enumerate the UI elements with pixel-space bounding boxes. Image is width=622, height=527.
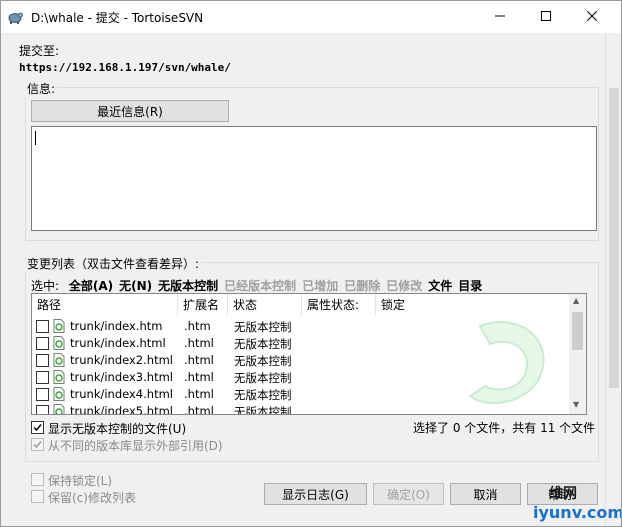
watermark-line1: 维网 — [549, 486, 577, 502]
cell-status: 无版本控制 — [234, 320, 292, 334]
commit-url: https://192.168.1.197/svn/whale/ — [19, 61, 231, 74]
file-icon — [53, 404, 65, 414]
keep-locks-label: 保持锁定(L) — [48, 474, 113, 488]
table-row[interactable]: trunk/index2.html .html 无版本控制 — [32, 352, 572, 369]
table-row[interactable]: trunk/index5.html .html 无版本控制 — [32, 403, 572, 415]
cell-extension: .htm — [184, 319, 211, 333]
filter-link[interactable]: 无版本控制 — [158, 279, 218, 293]
column-header-lock[interactable]: 锁定 — [376, 294, 456, 316]
show-unversioned-label: 显示无版本控制的文件(U) — [48, 422, 187, 436]
close-button[interactable] — [569, 1, 615, 31]
cell-path: trunk/index.html — [70, 336, 166, 350]
watermark-line2: iyunv.com — [533, 503, 622, 522]
table-row[interactable]: trunk/index4.html .html 无版本控制 — [32, 386, 572, 403]
cell-path: trunk/index.htm — [70, 319, 163, 333]
text-caret — [35, 131, 36, 145]
table-row[interactable]: trunk/index.html .html 无版本控制 — [32, 335, 572, 352]
select-label: 选中: — [31, 279, 60, 293]
selection-summary: 选择了 0 个文件，共有 11 个文件 — [413, 421, 596, 435]
commit-message-input[interactable] — [31, 126, 597, 231]
filter-link: 已增加 — [302, 279, 339, 293]
cell-path: trunk/index5.html — [70, 404, 173, 415]
minimize-button[interactable] — [477, 1, 523, 31]
close-icon — [587, 11, 597, 21]
row-checkbox[interactable] — [36, 337, 49, 350]
show-log-button[interactable]: 显示日志(G) — [264, 483, 367, 505]
filter-link: 已经版本控制 — [224, 279, 297, 293]
minimize-icon — [495, 15, 505, 17]
cell-path: trunk/index3.html — [70, 370, 173, 384]
title-bar[interactable]: D:\whale - 提交 - TortoiseSVN — [1, 1, 621, 33]
checkbox-unchecked-icon — [31, 473, 44, 486]
cancel-button[interactable]: 取消 — [450, 483, 521, 505]
cell-extension: .html — [184, 336, 214, 350]
row-checkbox[interactable] — [36, 354, 49, 367]
recent-messages-button[interactable]: 最近信息(R) — [31, 100, 229, 122]
dialog-scrollbar-thumb[interactable] — [609, 88, 619, 388]
row-checkbox[interactable] — [36, 320, 49, 333]
site-watermark: 维网 iyunv.com — [513, 483, 621, 525]
commit-to-label: 提交至: — [19, 44, 60, 58]
commit-dialog: D:\whale - 提交 - TortoiseSVN 提交至: https:/… — [0, 0, 622, 527]
cell-extension: .html — [184, 370, 214, 384]
cell-status: 无版本控制 — [234, 337, 292, 351]
checkbox-checked-disabled-icon — [31, 438, 44, 451]
file-icon — [53, 353, 65, 367]
show-externals-label: 从不同的版本库显示外部引用(D) — [48, 439, 223, 453]
cell-status: 无版本控制 — [234, 371, 292, 385]
checkbox-checked-icon — [31, 421, 44, 434]
cell-status: 无版本控制 — [234, 405, 292, 415]
selection-filter-row: 选中: 全部(A) 无(N) 无版本控制 已经版本控制 已增加 已删除 已修改 文件 目录 — [31, 277, 494, 294]
checkbox-unchecked-icon — [31, 490, 44, 503]
filter-link[interactable]: 目录 — [458, 279, 482, 293]
changes-group-label: 变更列表（双击文件查看差异）: — [25, 255, 202, 272]
dialog-scrollbar[interactable] — [605, 33, 621, 526]
cell-status: 无版本控制 — [234, 354, 292, 368]
filter-link[interactable]: 文件 — [428, 279, 452, 293]
file-icon — [53, 370, 65, 384]
scroll-down-arrow-icon[interactable]: ▼ — [573, 400, 579, 409]
column-header-property-status[interactable]: 属性状态: — [302, 294, 376, 316]
cell-extension: .html — [184, 387, 214, 401]
table-row[interactable]: trunk/index.htm .htm 无版本控制 — [32, 318, 572, 335]
ok-button[interactable]: 确定(O) — [373, 483, 444, 505]
column-header-path[interactable]: 路径 — [32, 294, 178, 316]
scroll-up-arrow-icon[interactable]: ▲ — [573, 296, 579, 305]
table-row[interactable]: trunk/index3.html .html 无版本控制 — [32, 369, 572, 386]
tortoisesvn-turtle-icon — [8, 12, 23, 24]
file-list-scrollbar[interactable]: ▲ ▼ — [569, 294, 586, 414]
row-checkbox[interactable] — [36, 405, 49, 414]
cell-path: trunk/index2.html — [70, 353, 173, 367]
column-header-status[interactable]: 状态 — [228, 294, 302, 316]
file-list-scroll-thumb[interactable] — [572, 312, 583, 350]
cell-path: trunk/index4.html — [70, 387, 173, 401]
filter-link: 已删除 — [344, 279, 381, 293]
row-checkbox[interactable] — [36, 371, 49, 384]
file-icon — [53, 387, 65, 401]
changes-file-list[interactable]: 路径 扩展名 状态 属性状态: 锁定 trunk/index.htm .htm 无版… — [31, 293, 587, 415]
file-icon — [53, 336, 65, 350]
cell-extension: .html — [184, 353, 214, 367]
cell-status: 无版本控制 — [234, 388, 292, 402]
maximize-icon — [541, 11, 551, 21]
column-header-extension[interactable]: 扩展名 — [178, 294, 228, 316]
message-group-label: 信息: — [25, 80, 58, 97]
window-title: D:\whale - 提交 - TortoiseSVN — [31, 11, 204, 25]
filter-link[interactable]: 全部(A) — [69, 279, 113, 293]
row-checkbox[interactable] — [36, 388, 49, 401]
maximize-button[interactable] — [523, 1, 569, 31]
filter-link: 已修改 — [386, 279, 423, 293]
cell-extension: .html — [184, 404, 214, 415]
file-icon — [53, 319, 65, 333]
keep-changelist-label: 保留(c)修改列表 — [48, 491, 136, 505]
filter-link[interactable]: 无(N) — [119, 279, 152, 293]
